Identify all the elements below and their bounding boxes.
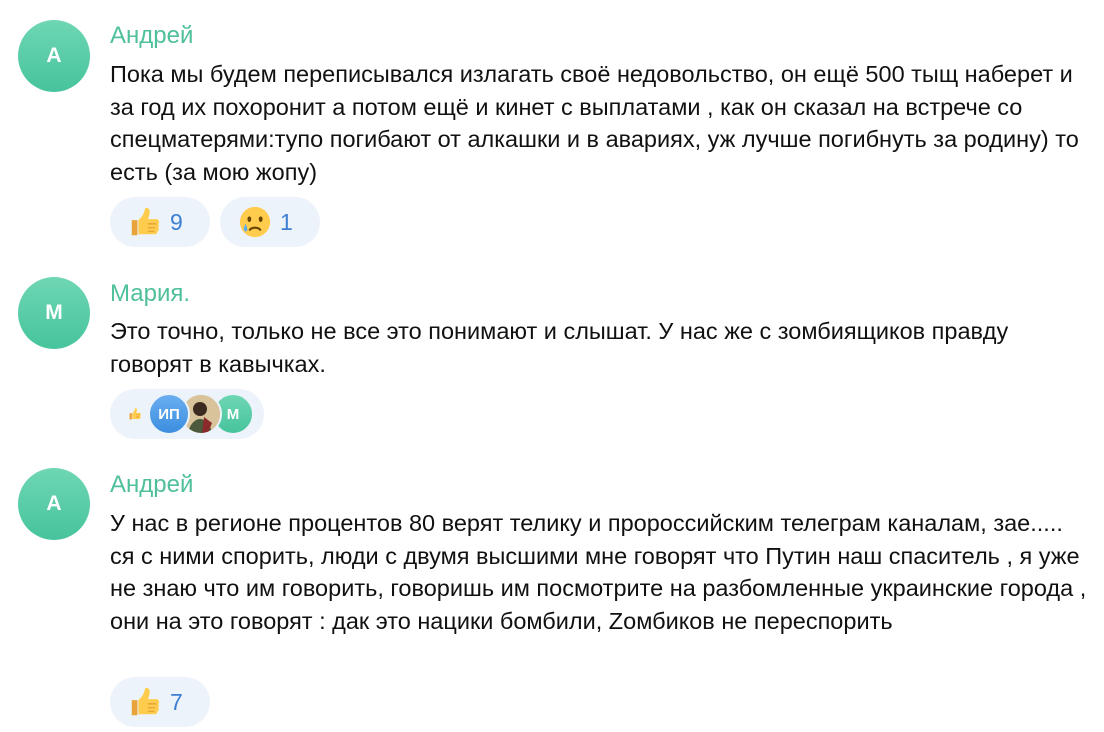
reaction-count: 9: [170, 208, 183, 235]
reactions-bar: ИП М: [110, 389, 264, 439]
thumbs-up-icon: [131, 207, 160, 236]
avatar[interactable]: А: [18, 20, 90, 92]
author-name[interactable]: Андрей: [110, 471, 193, 499]
reaction-voters: ИП М: [148, 393, 254, 435]
reaction-crying[interactable]: 1: [220, 197, 320, 247]
reaction-count: 1: [280, 208, 293, 235]
reactions-bar: 9 1: [110, 197, 320, 247]
reaction-count: 7: [170, 688, 183, 715]
avatar[interactable]: А: [18, 468, 90, 540]
author-name[interactable]: Мария.: [110, 280, 190, 308]
reaction-thumbs-up[interactable]: 9: [110, 197, 210, 247]
author-name[interactable]: Андрей: [110, 22, 193, 50]
thumbs-up-icon: [129, 408, 141, 420]
reactions-bar: 7: [110, 677, 210, 727]
avatar[interactable]: М: [18, 277, 90, 349]
thumbs-up-icon: [131, 687, 160, 716]
comment-text: У нас в регионе процентов 80 верят телик…: [110, 510, 1087, 634]
reaction-thumbs-up[interactable]: 7: [110, 677, 210, 727]
crying-face-icon: [239, 206, 271, 238]
comment-text: Пока мы будем переписывался излагать сво…: [110, 61, 1079, 185]
voter-avatar[interactable]: ИП: [148, 393, 190, 435]
reaction-thumbs-up[interactable]: ИП М: [110, 389, 264, 439]
comment-text: Это точно, только не все это понимают и …: [110, 318, 1009, 377]
